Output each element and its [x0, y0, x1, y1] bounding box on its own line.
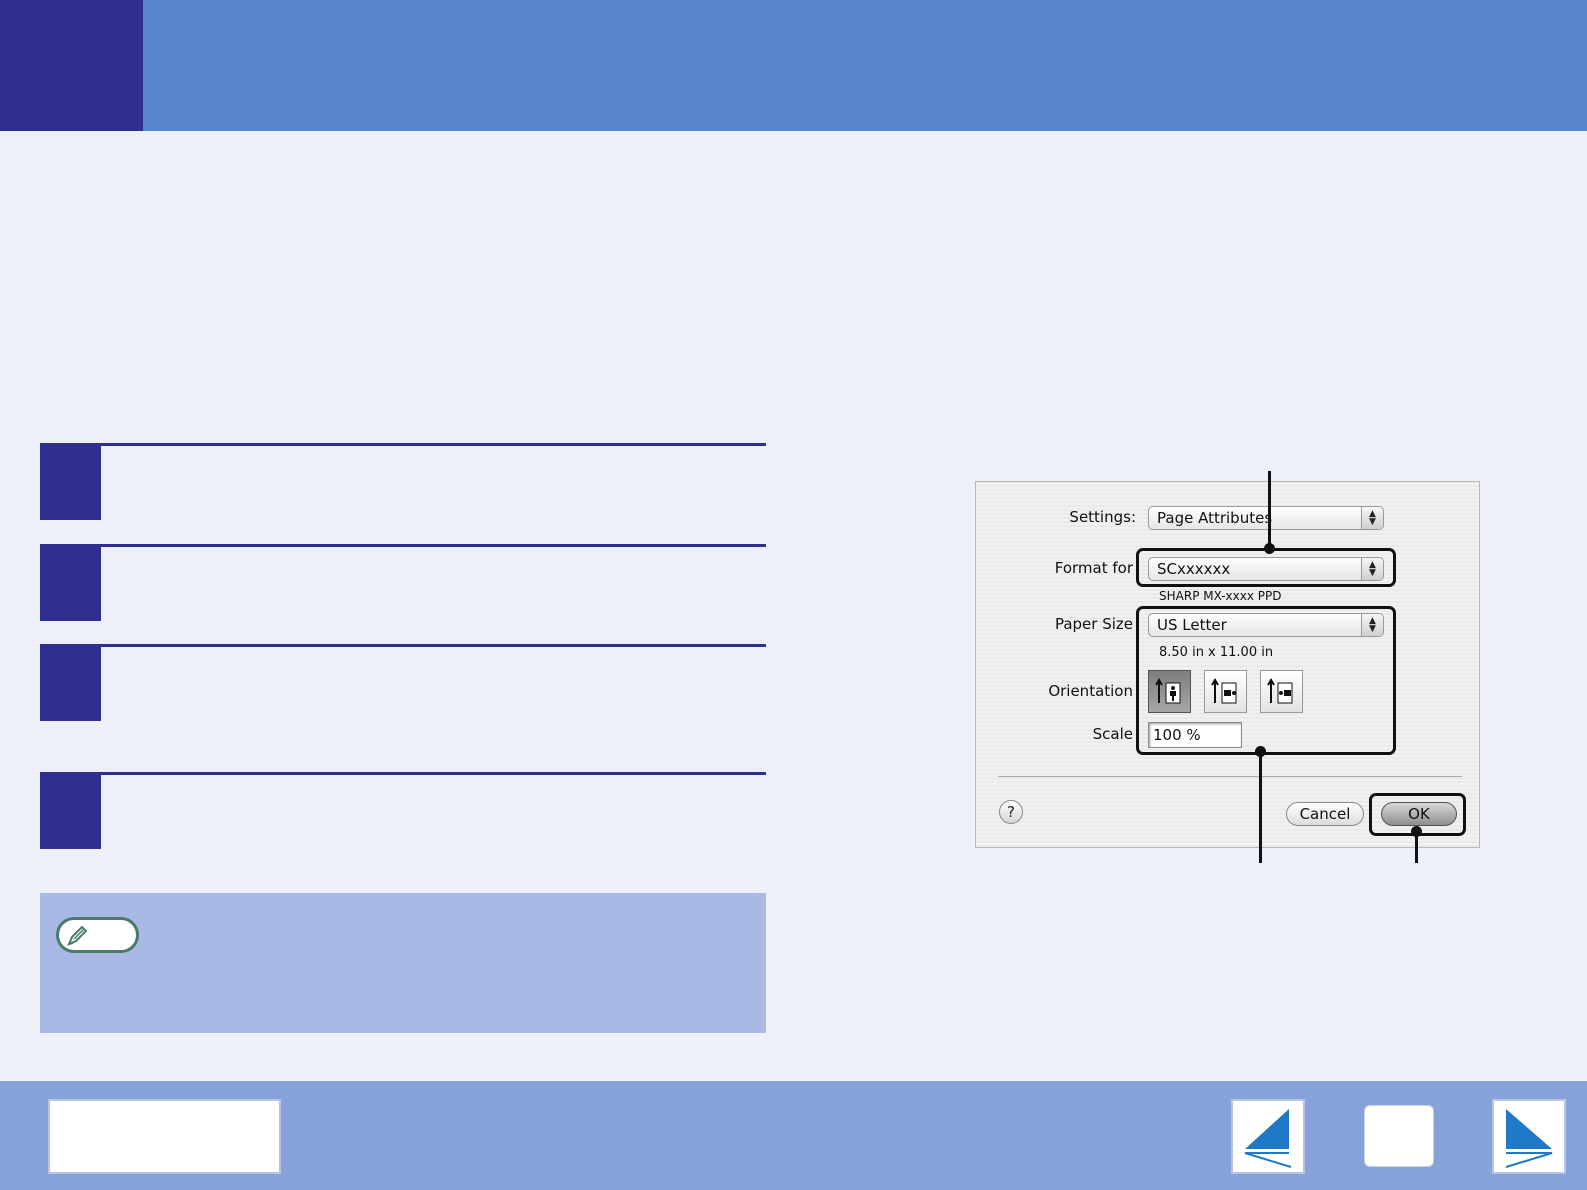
- callout-paper-settings: [1136, 606, 1396, 755]
- settings-label: Settings:: [1069, 508, 1136, 526]
- step-rule: [100, 772, 766, 775]
- right-arrow-icon: [1505, 1109, 1553, 1168]
- step-number-box: [40, 544, 101, 621]
- step-number-box: [40, 772, 101, 849]
- footer-bar: [0, 1081, 1587, 1190]
- pencil-icon: [67, 925, 88, 946]
- step-number-box: [40, 443, 101, 520]
- step-3: [40, 644, 766, 721]
- help-button[interactable]: ?: [999, 800, 1023, 824]
- orientation-label: Orientation: [1048, 682, 1133, 700]
- left-arrow-icon: [1244, 1109, 1292, 1168]
- note-box: [40, 893, 766, 1033]
- contents-button[interactable]: [48, 1099, 281, 1174]
- step-rule: [100, 443, 766, 446]
- note-badge: [56, 917, 139, 953]
- paper-size-label: Paper Size: [1054, 615, 1133, 633]
- format-for-label: Format for: [1054, 559, 1133, 577]
- dialog-separator: [998, 776, 1462, 777]
- settings-popup[interactable]: Page Attributes ▲ ▼: [1148, 506, 1384, 530]
- header-bar: [143, 0, 1587, 131]
- next-page-button[interactable]: [1492, 1099, 1566, 1174]
- callout-line-ok: [1415, 832, 1418, 863]
- callout-line-format: [1268, 471, 1271, 549]
- step-2: [40, 544, 766, 621]
- popup-arrows-icon: ▲ ▼: [1361, 507, 1383, 529]
- format-for-subtext: SHARP MX-xxxx PPD: [1159, 589, 1282, 603]
- step-rule: [100, 644, 766, 647]
- step-number-box: [40, 644, 101, 721]
- settings-value: Page Attributes: [1157, 509, 1273, 527]
- cancel-button[interactable]: Cancel: [1286, 802, 1364, 826]
- step-4: [40, 772, 766, 849]
- home-button[interactable]: [1364, 1105, 1434, 1167]
- header-chapter-block: [0, 0, 143, 131]
- scale-label: Scale: [1092, 725, 1133, 743]
- callout-format-for: [1136, 548, 1396, 587]
- previous-page-button[interactable]: [1231, 1099, 1305, 1174]
- callout-line-paper: [1259, 752, 1262, 863]
- step-1: [40, 443, 766, 520]
- step-rule: [100, 544, 766, 547]
